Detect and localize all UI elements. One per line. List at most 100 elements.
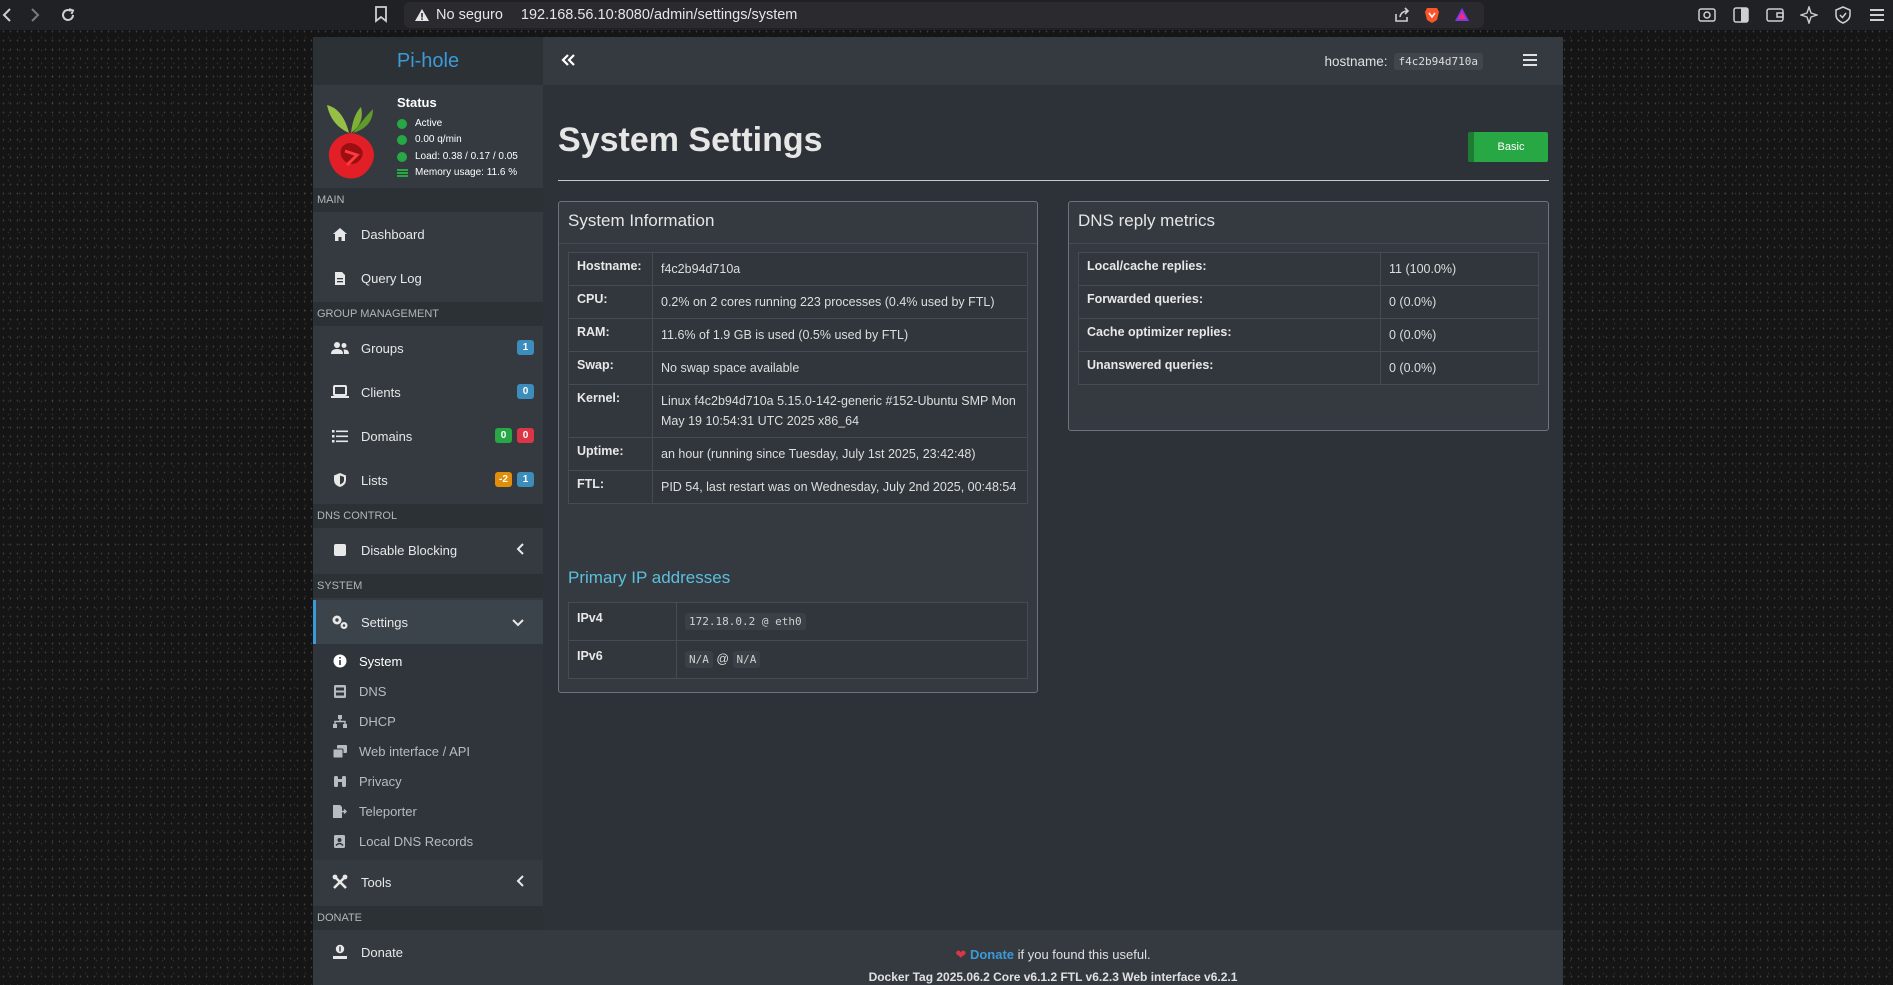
table-row: Hostname: f4c2b94d710a (568, 252, 1028, 286)
bookmark-icon[interactable] (374, 6, 388, 23)
leo-ai-icon[interactable] (1799, 5, 1819, 25)
hostname-display: hostname: f4c2b94d710a (1324, 53, 1483, 70)
status-active: Active (397, 118, 442, 129)
system-information-box: System Information Hostname: f4c2b94d710a… (558, 201, 1038, 693)
brave-rewards-icon[interactable] (1454, 7, 1470, 28)
box-title: System Information (568, 211, 715, 230)
divider (558, 180, 1549, 181)
chevron-left-icon (515, 874, 525, 888)
domains-allow-badge: 0 (495, 428, 512, 443)
file-export-icon (333, 804, 347, 818)
submenu-item-dns[interactable]: DNS (313, 676, 543, 706)
sidebar-item-label: Clients (361, 384, 401, 400)
table-row: Unanswered queries: 0 (0.0%) (1078, 351, 1539, 385)
heart-icon: ❤ (955, 947, 967, 962)
ipv6-interface: N/A (732, 651, 761, 668)
sidebar-item-groups[interactable]: Groups 1 (313, 326, 543, 370)
submenu-item-system[interactable]: System (313, 646, 543, 676)
tools-icon (331, 873, 349, 891)
sidebar-toggle-icon[interactable] (1731, 5, 1751, 25)
chevron-down-icon (511, 616, 525, 627)
table-row: IPv6 N/A @ N/A (568, 640, 1028, 679)
settings-submenu: System DNS DHCP Web interface / API Priv… (313, 644, 543, 860)
logo-bar[interactable]: Pi-hole (313, 37, 543, 85)
brave-shield-icon[interactable] (1424, 6, 1440, 29)
sidebar-item-query-log[interactable]: Query Log (313, 256, 543, 300)
url-text[interactable]: 192.168.56.10:8080/admin/settings/system (521, 7, 797, 23)
donate-link[interactable]: Donate (970, 947, 1014, 962)
system-info-table: Hostname: f4c2b94d710a CPU: 0.2% on 2 core… (568, 252, 1028, 504)
share-icon[interactable] (1394, 7, 1410, 28)
section-group-management: GROUP MANAGEMENT (313, 302, 543, 326)
footer: ❤ Donate if you found this useful. Docke… (543, 930, 1563, 985)
status-panel: Status Active 0.00 q/min Load: 0.38 / 0.… (313, 85, 543, 188)
sidebar-item-disable-blocking[interactable]: Disable Blocking (313, 528, 543, 572)
expert-mode-toggle[interactable]: Basic (1468, 132, 1548, 162)
app-logo-text[interactable]: Pi-hole (397, 50, 459, 73)
dns-metrics-table: Local/cache replies: 11 (100.0%) Forwarde… (1078, 252, 1539, 385)
hamburger-menu-icon[interactable] (1523, 53, 1537, 67)
vpn-shield-icon[interactable] (1833, 5, 1853, 25)
sidebar-item-label: Domains (361, 428, 413, 444)
submenu-item-web-interface[interactable]: Web interface / API (313, 736, 543, 766)
forward-icon[interactable] (14, 0, 56, 30)
cogs-icon (331, 613, 349, 631)
table-row: Kernel: Linux f4c2b94d710a 5.15.0-142-gen… (568, 384, 1028, 438)
submenu-item-teleporter[interactable]: Teleporter (313, 796, 543, 826)
donate-line: ❤ Donate if you found this useful. (955, 947, 1151, 962)
double-chevron-left-icon[interactable] (559, 51, 577, 69)
address-bar[interactable]: No seguro 192.168.56.10:8080/admin/setti… (404, 2, 1484, 28)
groups-count-badge: 1 (517, 340, 534, 355)
reload-icon[interactable] (56, 0, 80, 30)
ipv6-address: N/A (685, 651, 713, 668)
wallet-icon[interactable] (1765, 5, 1785, 25)
submenu-item-privacy[interactable]: Privacy (313, 766, 543, 796)
sidebar-item-label: Lists (361, 472, 388, 488)
submenu-item-dhcp[interactable]: DHCP (313, 706, 543, 736)
sidebar-item-settings[interactable]: Settings (313, 600, 543, 644)
main-content: System Settings Basic System Information… (543, 85, 1563, 930)
browser-menu-icon[interactable] (1867, 5, 1887, 25)
lists-warning-badge: -2 (495, 472, 512, 487)
sidebar-item-domains[interactable]: Domains 0 0 (313, 414, 543, 458)
sidebar-item-label: Tools (361, 874, 392, 890)
submenu-item-local-dns[interactable]: Local DNS Records (313, 826, 543, 856)
section-dns-control: DNS CONTROL (313, 504, 543, 528)
sidebar-item-clients[interactable]: Clients 0 (313, 370, 543, 414)
warning-icon (414, 8, 430, 22)
sidebar-item-tools[interactable]: Tools (313, 860, 543, 904)
section-main: MAIN (313, 188, 543, 212)
divider (1069, 243, 1548, 244)
sitemap-icon (333, 714, 347, 728)
insecure-label: No seguro (436, 7, 503, 23)
table-row: Local/cache replies: 11 (100.0%) (1078, 252, 1539, 286)
chevron-left-icon (515, 542, 525, 556)
section-donate: DONATE (313, 906, 543, 930)
status-dot-icon (397, 134, 407, 145)
dns-reply-metrics-box: DNS reply metrics Local/cache replies: 11… (1068, 201, 1549, 431)
screenshot-icon[interactable] (1697, 5, 1717, 25)
binoculars-icon (333, 774, 347, 788)
status-load: Load: 0.38 / 0.17 / 0.05 (397, 151, 518, 162)
table-row: FTL: PID 54, last restart was on Wednesda… (568, 470, 1028, 504)
sidebar-item-dashboard[interactable]: Dashboard (313, 212, 543, 256)
box-title: DNS reply metrics (1078, 211, 1215, 230)
list-icon (331, 427, 349, 445)
status-dot-icon (397, 151, 407, 162)
sidebar-item-label: Donate (361, 944, 403, 960)
file-icon (331, 269, 349, 287)
primary-ip-heading: Primary IP addresses (568, 568, 731, 587)
back-icon[interactable] (0, 0, 14, 30)
ipv6-at: @ (716, 652, 730, 666)
sidebar-item-donate[interactable]: Donate (313, 930, 543, 974)
table-row: RAM: 11.6% of 1.9 GB is used (0.5% used b… (568, 318, 1028, 352)
sidebar: Pi-hole Status Active 0.00 q/min Load: 0… (313, 37, 543, 985)
sidebar-item-lists[interactable]: Lists -2 1 (313, 458, 543, 502)
laptop-icon (331, 383, 349, 401)
table-row: Forwarded queries: 0 (0.0%) (1078, 285, 1539, 319)
status-title: Status (397, 95, 437, 110)
section-system: SYSTEM (313, 574, 543, 598)
top-navbar: hostname: f4c2b94d710a (543, 37, 1563, 85)
hostname-value: f4c2b94d710a (1393, 53, 1483, 70)
server-icon (333, 684, 347, 698)
